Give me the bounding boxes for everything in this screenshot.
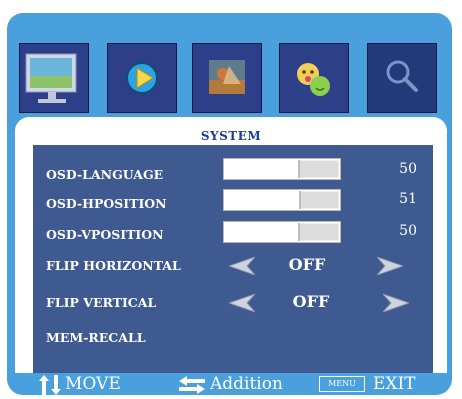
mem-recall-label[interactable]: MEM-RECALL xyxy=(46,330,146,345)
faces-icon xyxy=(297,63,330,96)
flip-horizontal-value: OFF xyxy=(288,255,326,274)
move-label: MOVE xyxy=(65,374,121,394)
flip-vertical-right-arrow-icon[interactable] xyxy=(383,292,409,314)
menu-button[interactable]: MENU xyxy=(319,376,365,392)
flip-vertical-value: OFF xyxy=(292,292,330,311)
osd-hposition-value: 51 xyxy=(399,191,417,207)
osd-vposition-slider[interactable] xyxy=(223,221,341,243)
flip-horizontal-label: FLIP HORIZONTAL xyxy=(46,258,181,273)
osd-vposition-slider-track xyxy=(299,224,338,240)
flip-horizontal-right-arrow-icon[interactable] xyxy=(377,255,403,277)
content-panel: SYSTEM OSD-LANGUAGE 50 OSD-HPOSITION 51 … xyxy=(15,117,447,373)
osd-hposition-slider-fill xyxy=(225,191,302,209)
osd-hposition-label: OSD-HPOSITION xyxy=(46,196,167,211)
osd-language-value: 50 xyxy=(399,161,417,177)
image-tab[interactable] xyxy=(192,43,262,113)
move-arrows-icon xyxy=(39,375,61,395)
face-tab[interactable] xyxy=(279,43,349,113)
osd-language-slider-track xyxy=(299,161,338,177)
monitor-icon xyxy=(25,53,77,103)
footer-bar: MOVE Addition MENU EXIT xyxy=(7,373,452,395)
osd-hposition-slider-track xyxy=(301,192,338,208)
photo-icon xyxy=(209,60,245,94)
osd-language-slider[interactable] xyxy=(223,158,341,180)
play-icon xyxy=(126,62,158,94)
osd-vposition-label: OSD-VPOSITION xyxy=(46,227,164,242)
osd-language-label: OSD-LANGUAGE xyxy=(46,167,164,182)
flip-vertical-label: FLIP VERTICAL xyxy=(46,295,157,310)
osd-language-slider-fill xyxy=(225,160,300,178)
play-tab[interactable] xyxy=(107,43,177,113)
magnifier-icon xyxy=(386,60,418,92)
osd-vposition-slider-fill xyxy=(225,223,300,241)
picture-tab[interactable] xyxy=(19,43,89,113)
osd-hposition-slider[interactable] xyxy=(223,189,341,211)
addition-label: Addition xyxy=(210,374,283,394)
osd-vposition-value: 50 xyxy=(399,223,417,239)
exit-label[interactable]: EXIT xyxy=(373,374,416,394)
section-title: SYSTEM xyxy=(200,129,262,143)
addition-arrows-icon xyxy=(179,376,205,394)
osd-window: SYSTEM OSD-LANGUAGE 50 OSD-HPOSITION 51 … xyxy=(7,13,452,395)
system-tab[interactable] xyxy=(367,43,437,113)
menu-list: OSD-LANGUAGE 50 OSD-HPOSITION 51 OSD-VPO… xyxy=(33,145,433,373)
